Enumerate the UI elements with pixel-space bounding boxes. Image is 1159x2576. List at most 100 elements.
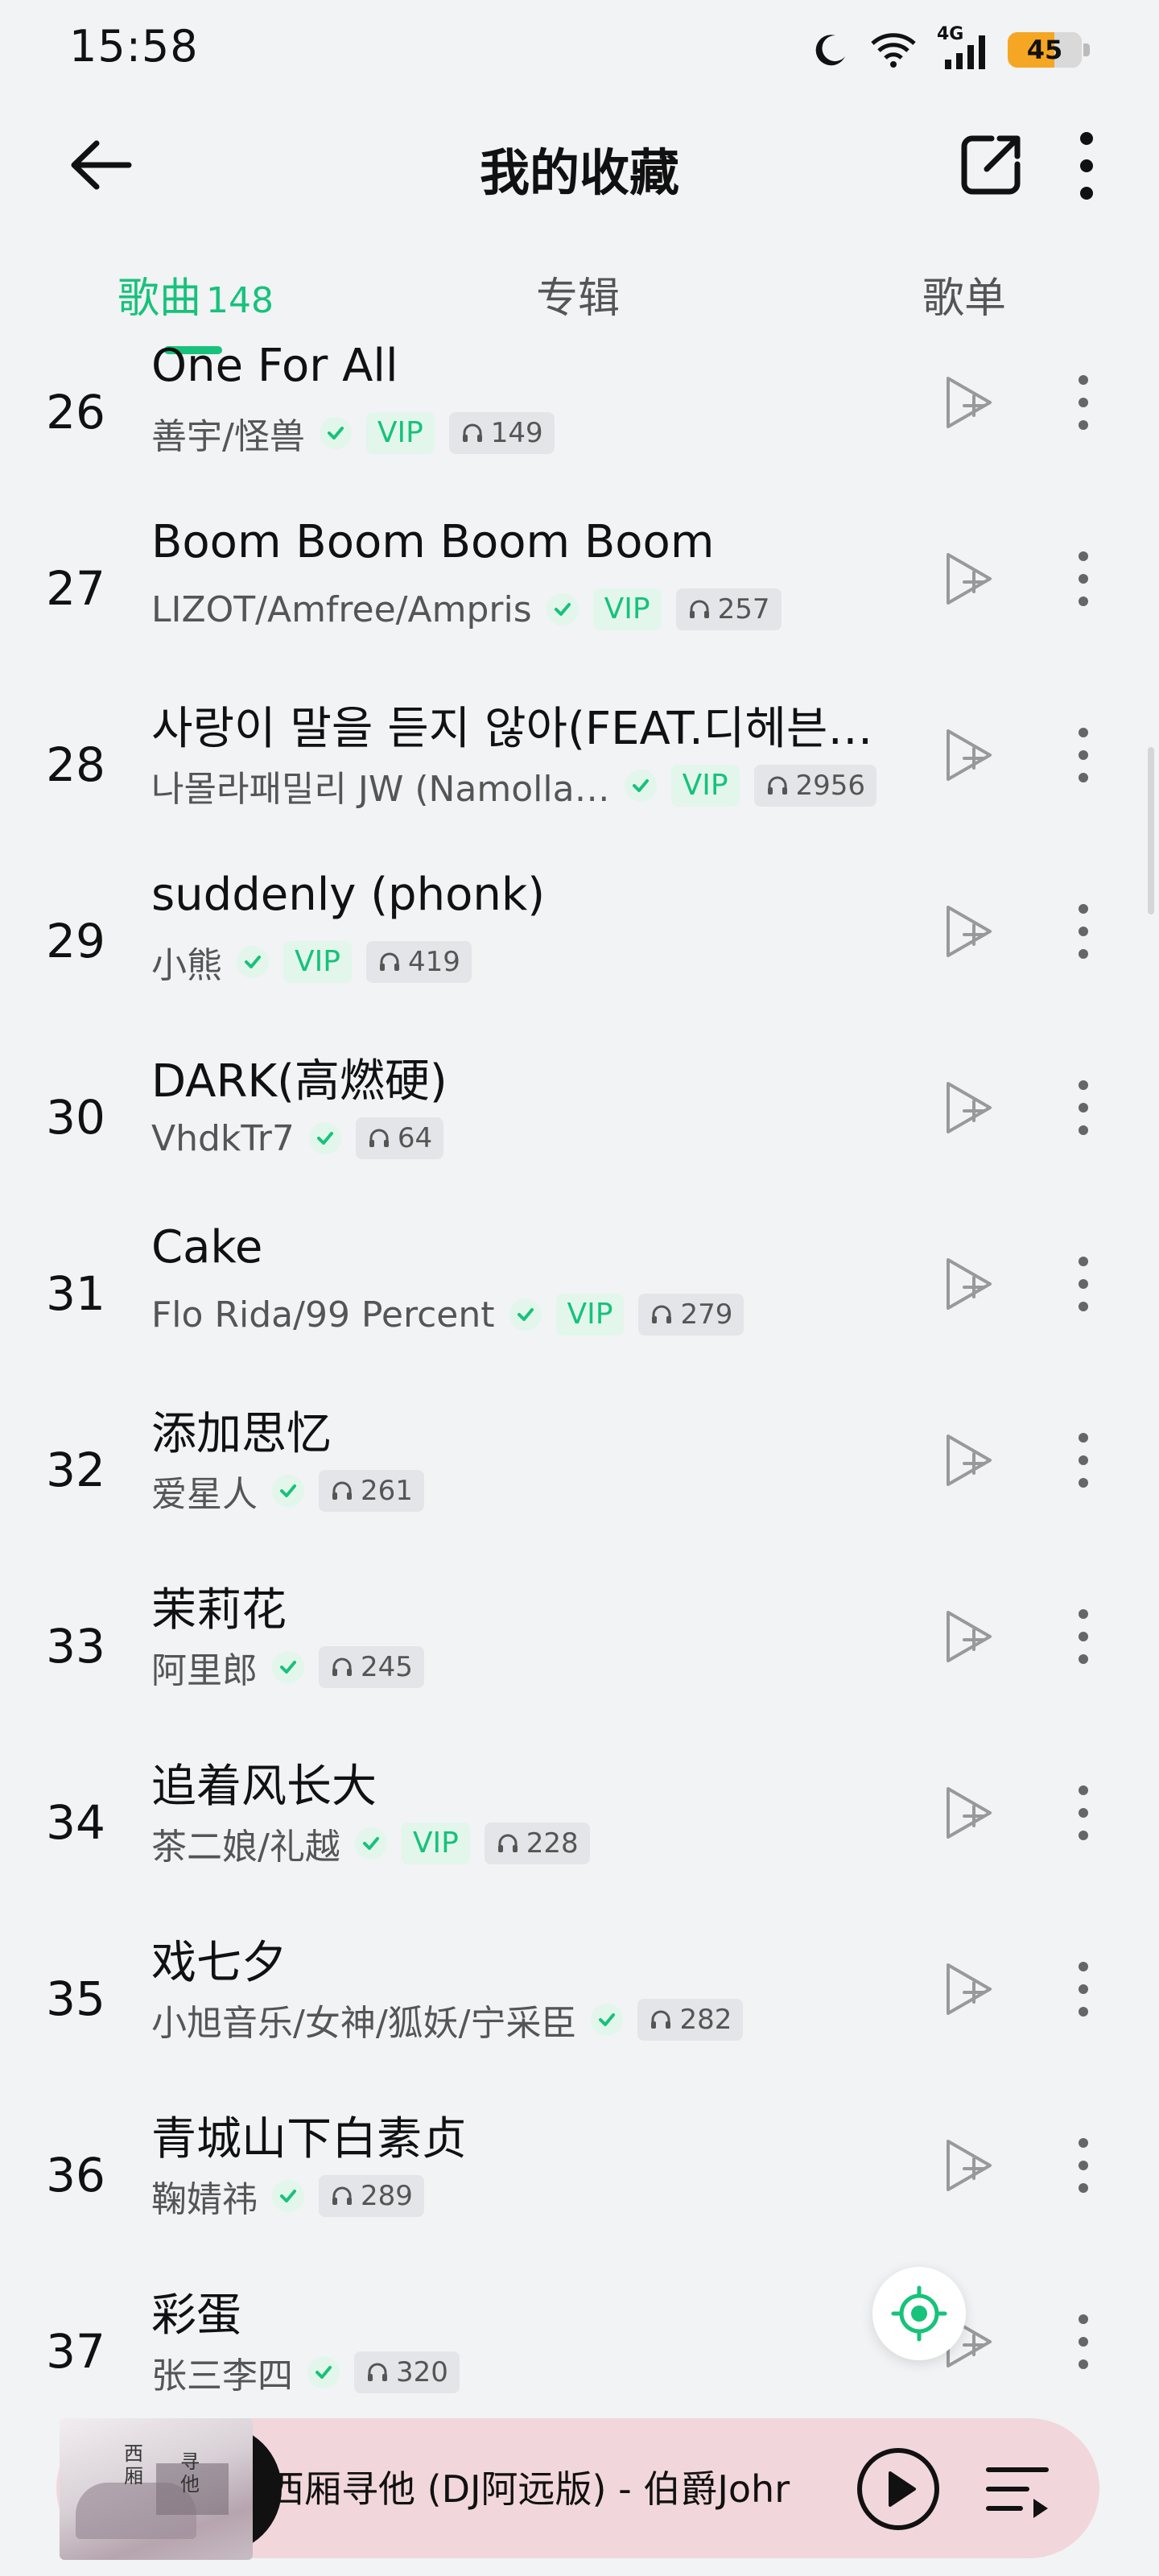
tab-songs[interactable]: 歌曲 148 (118, 264, 274, 324)
more-vertical-icon (1079, 904, 1088, 959)
battery-level: 45 (1026, 35, 1063, 65)
signal-icon: 4G (937, 24, 988, 72)
check-icon (272, 1475, 304, 1507)
mini-player[interactable]: 西 厢 寻 他 西厢寻他 (DJ阿远版) - 伯爵Johr (56, 2418, 1099, 2560)
play-next-button[interactable] (940, 1252, 998, 1316)
song-more-button[interactable] (1059, 369, 1107, 436)
song-artist: 小熊 (151, 945, 222, 986)
play-count: 245 (361, 1651, 413, 1683)
more-vertical-icon (1079, 1785, 1088, 1840)
share-button[interactable] (955, 129, 1027, 201)
album-art-char: 他 (180, 2473, 200, 2496)
song-more-button[interactable] (1059, 2308, 1107, 2376)
locate-current-song-button[interactable] (872, 2267, 966, 2360)
song-more-button[interactable] (1059, 721, 1107, 789)
song-meta: 张三李四 320 (151, 2350, 460, 2396)
more-vertical-icon (1079, 551, 1088, 606)
play-next-button[interactable] (940, 1957, 998, 2021)
now-playing-title: 西厢寻他 (DJ阿远版) - 伯爵Johr (267, 2467, 790, 2511)
song-more-button[interactable] (1059, 1426, 1107, 1494)
play-next-button[interactable] (940, 2133, 998, 2198)
song-row[interactable]: 31 Cake Flo Rida/99 Percent VIP 279 (0, 1220, 1159, 1396)
song-meta: 善宇/怪兽 VIP 149 (151, 411, 555, 457)
vip-badge: VIP (670, 765, 740, 807)
song-meta: VhdkTr7 64 (151, 1116, 444, 1161)
headphones-icon (379, 952, 399, 971)
song-more-button[interactable] (1059, 545, 1107, 613)
play-next-icon (947, 1787, 992, 1839)
song-meta: 爱星人 261 (151, 1468, 424, 1515)
tab-songs-count: 148 (206, 280, 274, 321)
status-icons: 4G 45 (811, 24, 1090, 72)
play-count-badge: 149 (448, 412, 555, 454)
song-title: suddenly (phonk) (151, 869, 546, 921)
song-index: 35 (46, 1971, 105, 2026)
song-more-button[interactable] (1059, 1603, 1107, 1670)
song-row[interactable]: 30 DARK(高燃硬) VhdkTr7 64 (0, 1043, 1159, 1220)
playlist-button[interactable] (982, 2454, 1053, 2524)
song-index: 27 (46, 561, 105, 616)
play-next-icon (947, 1258, 992, 1310)
playlist-icon (986, 2467, 1049, 2518)
song-row[interactable]: 33 茉莉花 阿里郎 245 (0, 1572, 1159, 1748)
song-row[interactable]: 32 添加思忆 爱星人 261 (0, 1396, 1159, 1572)
play-next-button[interactable] (940, 547, 998, 611)
play-count-badge: 257 (675, 588, 782, 630)
song-row[interactable]: 36 青城山下白素贞 鞠婧祎 289 (0, 2101, 1159, 2277)
battery-indicator: 45 (1008, 32, 1090, 68)
song-artist: VhdkTr7 (151, 1117, 295, 1159)
song-more-button[interactable] (1059, 1074, 1107, 1141)
song-row[interactable]: 27 Boom Boom Boom Boom LIZOT/Amfree/Ampris… (0, 514, 1159, 691)
song-index: 26 (46, 385, 105, 440)
song-more-button[interactable] (1059, 1779, 1107, 1847)
tab-playlists[interactable]: 歌单 (922, 264, 1006, 324)
play-next-button[interactable] (940, 1604, 998, 1669)
scrollbar[interactable] (1148, 747, 1154, 914)
play-count: 228 (526, 1827, 579, 1860)
headphones-icon (332, 2186, 352, 2205)
play-next-button[interactable] (940, 1075, 998, 1140)
song-title: 彩蛋 (151, 2289, 241, 2342)
song-row[interactable]: 34 追着风长大 茶二娘/礼越 VIP 228 (0, 1748, 1159, 1925)
play-button[interactable] (855, 2446, 942, 2533)
song-artist: 阿里郎 (151, 1650, 258, 1691)
play-next-button[interactable] (940, 1781, 998, 1845)
check-icon (237, 946, 269, 978)
vip-badge: VIP (592, 588, 662, 630)
song-row[interactable]: 35 戏七夕 小旭音乐/女神/狐妖/宁采臣 282 (0, 1925, 1159, 2101)
play-next-button[interactable] (940, 899, 998, 964)
song-more-button[interactable] (1059, 1250, 1107, 1318)
song-row[interactable]: 26 One For All 善宇/怪兽 VIP 149 (0, 338, 1159, 514)
song-index: 36 (46, 2148, 105, 2202)
song-more-button[interactable] (1059, 898, 1107, 965)
song-more-button[interactable] (1059, 1955, 1107, 2023)
song-index: 32 (46, 1443, 105, 1497)
tab-albums[interactable]: 专辑 (536, 264, 620, 324)
play-count: 279 (680, 1298, 733, 1331)
more-options-button[interactable] (1054, 126, 1119, 206)
more-vertical-icon (1079, 2138, 1088, 2193)
vip-badge: VIP (365, 412, 435, 454)
play-next-button[interactable] (940, 1428, 998, 1492)
play-count: 289 (361, 2180, 413, 2212)
song-meta: 阿里郎 245 (151, 1645, 424, 1691)
song-meta: LIZOT/Amfree/Ampris VIP 257 (151, 587, 782, 632)
play-next-button[interactable] (940, 370, 998, 435)
play-next-icon (947, 553, 992, 605)
play-next-button[interactable] (940, 723, 998, 787)
play-next-icon (947, 1963, 992, 2015)
play-count-badge: 289 (319, 2175, 424, 2217)
song-row[interactable]: 28 사랑이 말을 듣지 않아(FEAT.디헤븐… 나몰라패밀리 JW (Namol… (0, 691, 1159, 867)
headphones-icon (497, 1834, 518, 1852)
song-title: 青城山下白素贞 (151, 2113, 467, 2165)
song-more-button[interactable] (1059, 2132, 1107, 2199)
more-vertical-icon (1079, 375, 1088, 430)
play-next-icon (947, 729, 992, 781)
song-index: 34 (46, 1795, 105, 1850)
vip-badge: VIP (401, 1823, 470, 1864)
more-vertical-icon (1079, 1962, 1088, 2017)
more-vertical-icon (1079, 1257, 1088, 1311)
song-row[interactable]: 29 suddenly (phonk) 小熊 VIP 419 (0, 867, 1159, 1043)
album-art[interactable]: 西 厢 寻 他 (60, 2418, 253, 2560)
check-icon (319, 417, 352, 449)
